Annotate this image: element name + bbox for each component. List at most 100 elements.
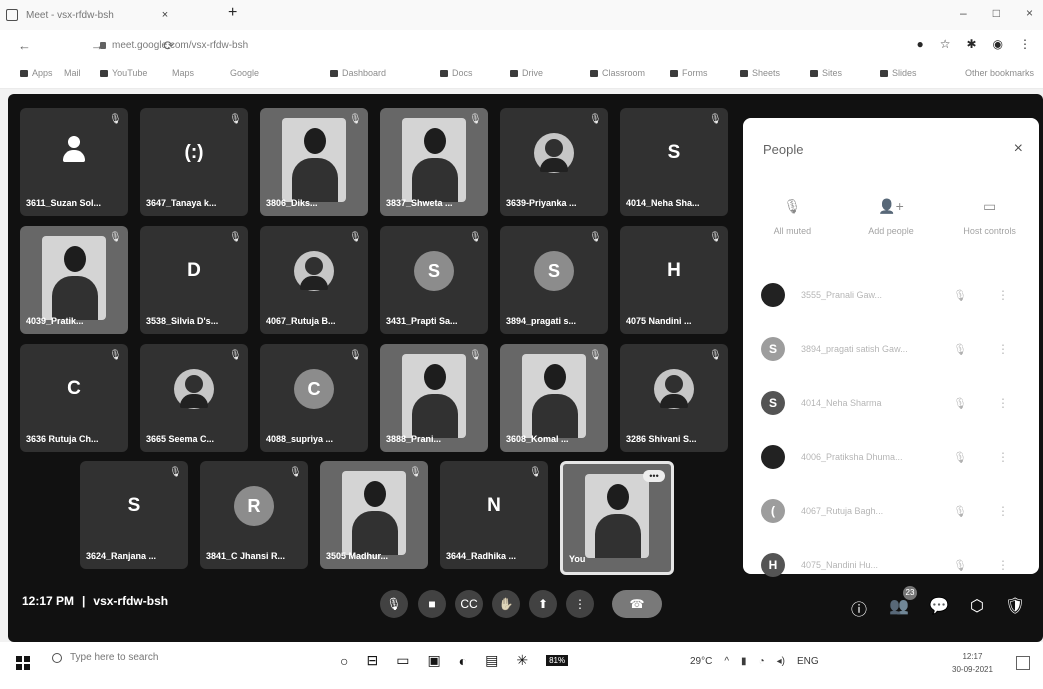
participant-row[interactable]: 3555_Pranali Gaw... 🎙 ⋮ <box>743 268 1039 322</box>
maximize-button[interactable]: □ <box>993 6 1000 20</box>
add-people-action[interactable]: 👤+ Add people <box>846 198 936 236</box>
bookmark-item[interactable]: Mail <box>64 68 81 78</box>
bookmark-item[interactable]: Slides <box>880 68 917 78</box>
close-panel-icon[interactable]: × <box>1014 140 1023 158</box>
host-controls-shield-icon[interactable]: 🛡 <box>1004 596 1026 616</box>
participant-tile[interactable]: 🎙 4039_Pratik... <box>20 226 128 334</box>
bookmark-item[interactable]: Sites <box>810 68 842 78</box>
participant-tile[interactable]: C 🎙 4088_supriya ... <box>260 344 368 452</box>
mute-all-action[interactable]: 🎙 All muted <box>747 198 837 236</box>
tray-app-icon[interactable]: ▮ <box>741 656 747 667</box>
participant-tile[interactable]: 🎙 3286 Shivani S... <box>620 344 728 452</box>
participant-tile[interactable]: N 🎙 3644_Radhika ... <box>440 461 548 569</box>
more-options-icon[interactable]: ⋮ <box>997 450 1009 464</box>
participant-tile[interactable]: 🎙 3806_Diks... <box>260 108 368 216</box>
participant-tile[interactable]: R 🎙 3841_C Jhansi R... <box>200 461 308 569</box>
bookmark-item[interactable]: Forms <box>670 68 708 78</box>
tab-close-icon[interactable]: × <box>162 9 168 21</box>
minimize-button[interactable]: – <box>960 6 967 20</box>
mic-off-icon[interactable]: 🎙 <box>953 559 967 572</box>
more-options-icon[interactable]: ⋮ <box>997 504 1009 518</box>
bookmark-item[interactable]: Sheets <box>740 68 780 78</box>
bookmark-item[interactable]: Dashboard <box>330 68 386 78</box>
notifications-icon[interactable] <box>1016 656 1030 670</box>
windows-start-icon[interactable] <box>16 656 30 670</box>
new-tab-button[interactable]: + <box>228 4 237 22</box>
mic-button[interactable]: 🎙 <box>380 590 408 618</box>
participant-row[interactable]: S 3894_pragati satish Gaw... 🎙 ⋮ <box>743 322 1039 376</box>
bookmark-item[interactable]: Maps <box>172 68 194 78</box>
bookmark-item[interactable]: Drive <box>510 68 543 78</box>
bookmark-item[interactable]: YouTube <box>100 68 147 78</box>
participant-tile[interactable]: 🎙 3888_Prani... <box>380 344 488 452</box>
more-options-button[interactable]: ⋮ <box>566 590 594 618</box>
temperature[interactable]: 29°C <box>690 656 712 667</box>
participant-tile[interactable]: (:) 🎙 3647_Tanaya k... <box>140 108 248 216</box>
participant-row[interactable]: 4006_Pratiksha Dhuma... 🎙 ⋮ <box>743 430 1039 484</box>
cortana-icon[interactable]: ○ <box>340 653 348 669</box>
taskbar-clock[interactable]: 12:17 30-09-2021 <box>952 650 993 676</box>
participant-row[interactable]: (4067_Rutuja Bagh... 🎙 ⋮ <box>743 484 1039 538</box>
menu-dots-icon[interactable]: ⋮ <box>1019 37 1031 51</box>
mic-off-icon[interactable]: 🎙 <box>953 343 967 356</box>
participant-tile[interactable]: C 🎙 3636 Rutuja Ch... <box>20 344 128 452</box>
end-call-button[interactable]: ☎ <box>612 590 662 618</box>
puzzle-icon[interactable]: ✱ <box>966 37 976 51</box>
meeting-details-icon[interactable]: ⓘ <box>848 596 870 620</box>
more-options-icon[interactable]: ⋮ <box>997 396 1009 410</box>
participant-tile[interactable]: 🎙 4067_Rutuja B... <box>260 226 368 334</box>
participant-tile[interactable]: D 🎙 3538_Silvia D's... <box>140 226 248 334</box>
participant-tile[interactable]: S 🎙 3894_pragati s... <box>500 226 608 334</box>
present-button[interactable]: ⬆ <box>529 590 557 618</box>
participant-tile[interactable]: H 🎙 4075 Nandini ... <box>620 226 728 334</box>
chrome-icon[interactable]: ◐ <box>459 653 467 669</box>
activities-icon[interactable]: ⬡ <box>966 596 988 616</box>
participant-tile[interactable]: 🎙 3505 Madhur... <box>320 461 428 569</box>
mic-off-icon[interactable]: 🎙 <box>953 289 967 302</box>
participant-tile[interactable]: S 🎙 3431_Prapti Sa... <box>380 226 488 334</box>
participant-tile[interactable]: 🎙 3639-Priyanka ... <box>500 108 608 216</box>
participant-tile[interactable]: 🎙 3608_Komal ... <box>500 344 608 452</box>
close-window-button[interactable]: × <box>1026 6 1033 20</box>
taskbar-search[interactable]: Type here to search <box>52 652 158 663</box>
host-controls-action[interactable]: ▭ Host controls <box>945 198 1035 236</box>
bookmark-item[interactable]: Google <box>230 68 259 78</box>
extension-icon[interactable]: ● <box>916 37 923 51</box>
camera-button[interactable]: ■ <box>418 590 446 618</box>
participant-row[interactable]: H 4075_Nandini Hu... 🎙 ⋮ <box>743 538 1039 592</box>
participant-tile[interactable]: S 🎙 4014_Neha Sha... <box>620 108 728 216</box>
more-options-icon[interactable]: ⋮ <box>997 288 1009 302</box>
browser-tab[interactable]: Meet - vsx-rfdw-bsh × <box>6 2 216 28</box>
bookmark-item[interactable]: Classroom <box>590 68 645 78</box>
wifi-icon[interactable]: ◔ <box>759 656 765 667</box>
file-explorer-icon[interactable]: ▭ <box>396 652 409 669</box>
participant-tile[interactable]: 🎙 3611_Suzan Sol... <box>20 108 128 216</box>
participant-tile[interactable]: 🎙 3665 Seema C... <box>140 344 248 452</box>
participant-tile[interactable]: 🎙 3837_Shweta ... <box>380 108 488 216</box>
volume-icon[interactable]: ◂) <box>777 656 785 667</box>
bookmark-item[interactable]: Other bookmarks <box>965 68 1034 78</box>
captions-button[interactable]: CC <box>455 590 483 618</box>
mic-off-icon[interactable]: 🎙 <box>953 451 967 464</box>
tray-chevron-icon[interactable]: ^ <box>724 656 729 667</box>
raise-hand-button[interactable]: ✋ <box>492 590 520 618</box>
url-field[interactable]: meet.google.com/vsx-rfdw-bsh <box>100 36 860 54</box>
star-icon[interactable]: ☆ <box>940 37 951 51</box>
profile-avatar[interactable]: ◉ <box>993 37 1003 51</box>
app-icon[interactable]: ✳ <box>516 652 528 669</box>
self-tile[interactable]: ••• You <box>560 461 674 575</box>
participant-tile[interactable]: S 🎙 3624_Ranjana ... <box>80 461 188 569</box>
store-icon[interactable]: ▣ <box>427 652 440 669</box>
more-options-icon[interactable]: ⋮ <box>997 558 1009 572</box>
bookmark-item[interactable]: Apps <box>20 68 53 78</box>
tile-more-options-icon[interactable]: ••• <box>643 470 665 482</box>
mic-off-icon[interactable]: 🎙 <box>953 505 967 518</box>
app-icon[interactable]: ▤ <box>485 652 498 669</box>
bookmark-item[interactable]: Docs <box>440 68 473 78</box>
more-options-icon[interactable]: ⋮ <box>997 342 1009 356</box>
participant-row[interactable]: S 4014_Neha Sharma 🎙 ⋮ <box>743 376 1039 430</box>
task-view-icon[interactable]: ⊟ <box>366 652 378 669</box>
language[interactable]: ENG <box>797 656 819 667</box>
mic-off-icon[interactable]: 🎙 <box>953 397 967 410</box>
chat-icon[interactable]: 💬 <box>928 596 950 616</box>
